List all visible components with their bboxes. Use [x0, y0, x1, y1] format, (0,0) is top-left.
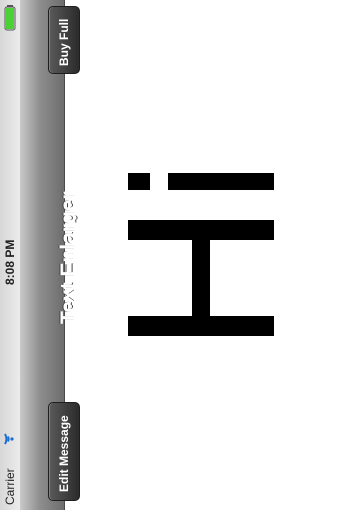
status-time: 8:08 PM — [3, 239, 17, 285]
buy-full-label: Buy Full — [57, 18, 71, 66]
status-carrier: Carrier — [3, 468, 17, 505]
edit-message-label: Edit Message — [57, 415, 71, 492]
glyph-h-stroke-top — [128, 220, 274, 240]
glyph-i-dot — [128, 173, 150, 190]
glyph-i-stem — [168, 173, 274, 190]
edit-message-button[interactable]: Edit Message — [48, 402, 80, 501]
status-bar: 8:08 PM Carrier — [0, 0, 20, 510]
battery-icon — [4, 5, 16, 31]
glyph-h-stroke-middle — [192, 240, 210, 316]
glyph-h-stroke-bottom — [128, 316, 274, 336]
page-title: Text Enlarger — [57, 191, 80, 324]
buy-full-button[interactable]: Buy Full — [48, 6, 80, 74]
navigation-bar: Buy Full Text Enlarger Edit Message — [20, 0, 80, 510]
wifi-icon — [4, 433, 14, 445]
